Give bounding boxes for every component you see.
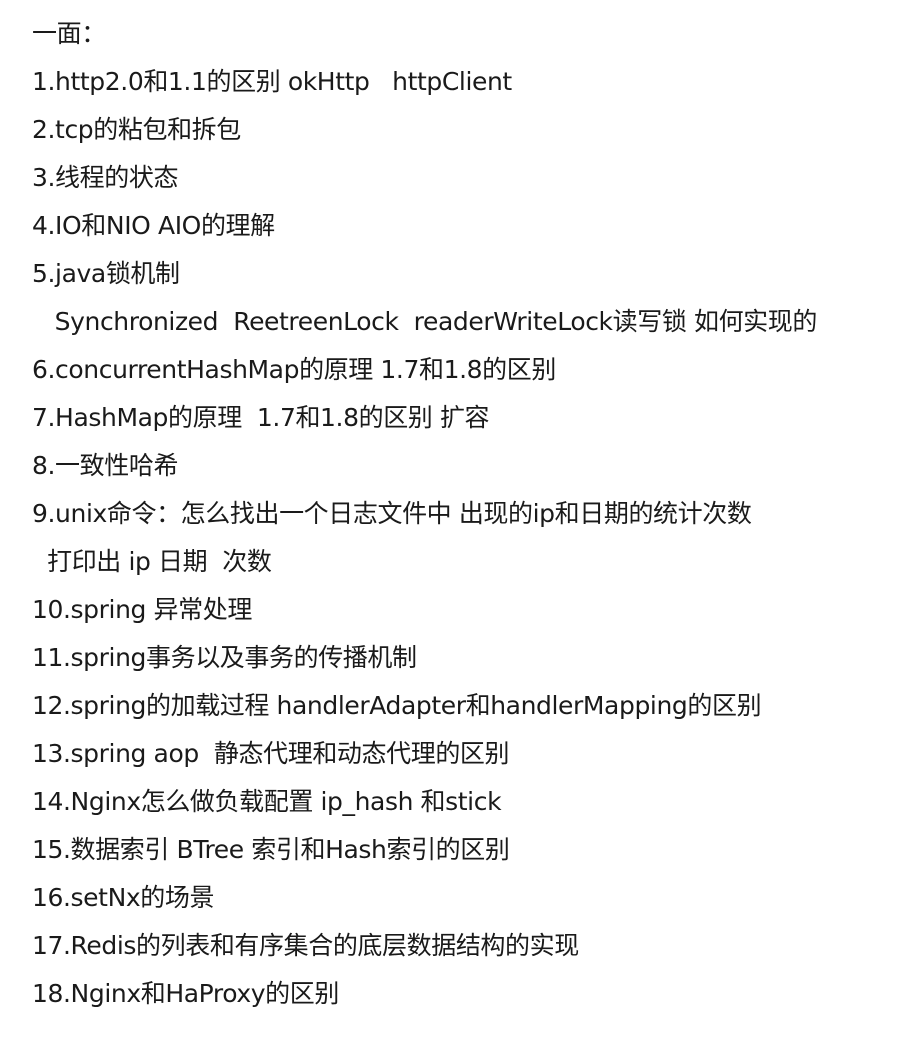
note-line-1: 1.http2.0和1.1的区别 okHttp httpClient [32, 67, 512, 96]
note-line-2: 2.tcp的粘包和拆包 [32, 115, 241, 144]
note-line-7: 7.HashMap的原理 1.7和1.8的区别 扩容 [32, 403, 490, 432]
note-line-11: 11.spring事务以及事务的传播机制 [32, 643, 417, 672]
note-line-9-detail: 打印出 ip 日期 次数 [32, 547, 272, 576]
note-line-17: 17.Redis的列表和有序集合的底层数据结构的实现 [32, 931, 579, 960]
note-line-3: 3.线程的状态 [32, 163, 179, 192]
note-line-14: 14.Nginx怎么做负载配置 ip_hash 和stick [32, 787, 502, 816]
note-line-5: 5.java锁机制 [32, 259, 180, 288]
note-line-4: 4.IO和NIO AIO的理解 [32, 211, 275, 240]
note-line-9: 9.unix命令：怎么找出一个日志文件中 出现的ip和日期的统计次数 [32, 499, 752, 528]
note-heading: 一面： [32, 19, 106, 48]
note-line-15: 15.数据索引 BTree 索引和Hash索引的区别 [32, 835, 510, 864]
note-line-13: 13.spring aop 静态代理和动态代理的区别 [32, 739, 510, 768]
note-line-6: 6.concurrentHashMap的原理 1.7和1.8的区别 [32, 355, 556, 384]
note-line-12: 12.spring的加载过程 handlerAdapter和handlerMap… [32, 691, 762, 720]
note-line-10: 10.spring 异常处理 [32, 595, 252, 624]
note-line-5-detail: Synchronized ReetreenLock readerWriteLoc… [32, 307, 818, 336]
note-line-8: 8.一致性哈希 [32, 451, 179, 480]
note-line-16: 16.setNx的场景 [32, 883, 215, 912]
note-line-18: 18.Nginx和HaProxy的区别 [32, 979, 339, 1008]
interview-notes: 一面： 1.http2.0和1.1的区别 okHttp httpClient 2… [32, 10, 902, 1018]
